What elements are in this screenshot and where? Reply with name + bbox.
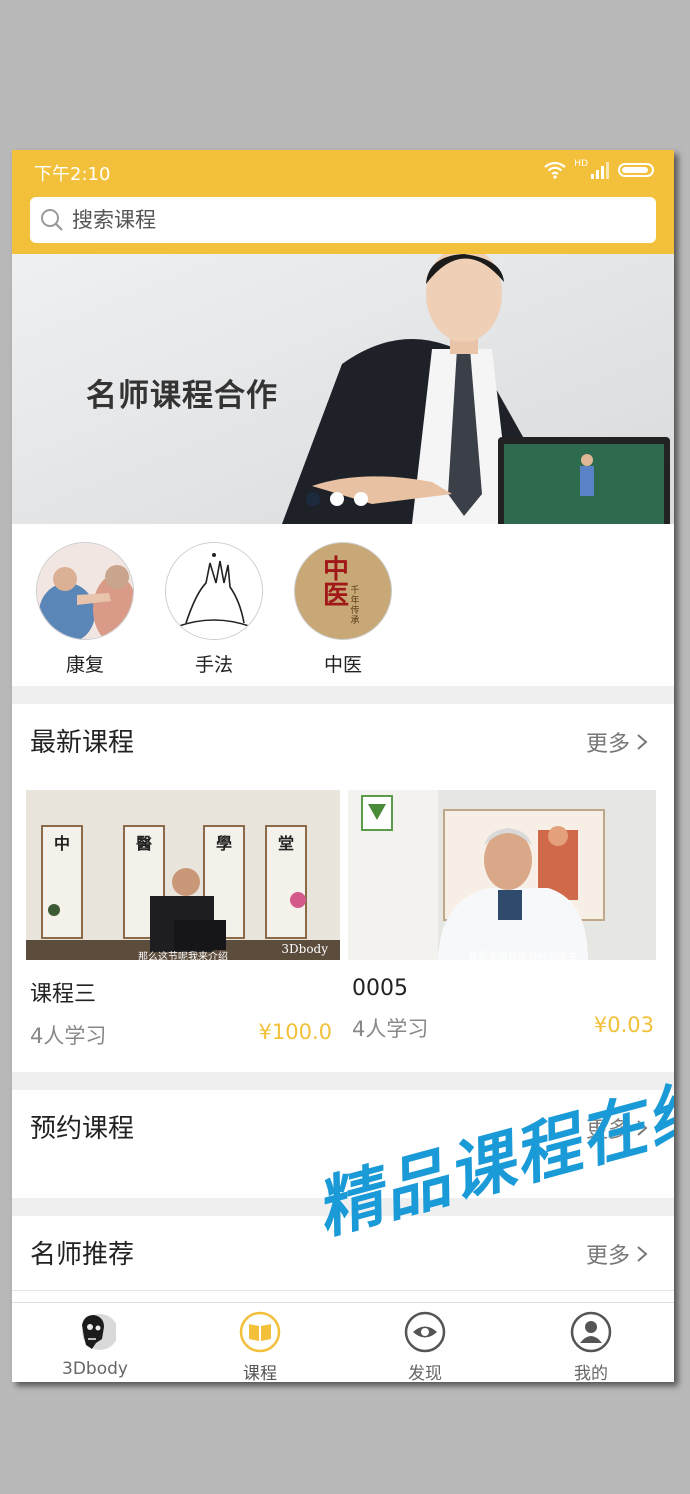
promo-banner[interactable]: 名师课程合作	[12, 254, 674, 524]
banner-dot[interactable]	[306, 492, 320, 506]
tab-label: 我的	[574, 1364, 608, 1382]
banner-dot[interactable]	[354, 492, 368, 506]
latest-course-list: 中 醫 學 堂 那么这节呢我来介绍 3Dbody 课程三 4人学习 ¥100.0	[12, 778, 674, 1072]
tab-label: 课程	[243, 1364, 277, 1382]
course-name: 课程三	[30, 982, 97, 1007]
category-tcm[interactable]: 中医 千年传承 中医	[294, 542, 392, 677]
banner-pagination	[306, 492, 368, 506]
category-row: 康复 手法 中医 千年传承 中医	[12, 524, 674, 686]
course-card[interactable]: 中 醫 學 堂 那么这节呢我来介绍 3Dbody 课程三 4人学习 ¥100.0	[26, 790, 340, 1048]
search-icon	[41, 209, 63, 231]
tab-discover[interactable]: 发现	[370, 1311, 480, 1382]
tcm-icon: 中医 千年传承	[294, 542, 392, 640]
course-learners: 4人学习	[30, 1024, 107, 1048]
hd-label: HD	[574, 159, 588, 169]
course-learners: 4人学习	[352, 1017, 429, 1041]
signal-icon	[591, 162, 609, 179]
course-price: ¥0.03	[593, 1013, 654, 1037]
chevron-right-icon	[637, 1246, 648, 1262]
phone-screen: 下午2:10 HD 搜索课程 名师课程合作 康复 手法 中医 千年传承 中医 最…	[12, 150, 674, 1382]
tcm-badge-main: 中医	[322, 555, 349, 611]
tab-course[interactable]: 课程	[205, 1311, 315, 1382]
book-icon	[239, 1311, 281, 1353]
course-meta: 4人学习 ¥0.03	[348, 1013, 662, 1041]
bottom-tab-bar: 3Dbody 课程 发现 我的	[12, 1302, 674, 1382]
category-label: 中医	[323, 654, 362, 676]
status-icons: HD	[544, 159, 654, 179]
search-input[interactable]	[70, 207, 634, 233]
divider	[12, 686, 674, 704]
wifi-icon	[544, 161, 566, 179]
user-icon	[570, 1311, 612, 1353]
scroll-char: 堂	[278, 834, 295, 853]
section-title: 最新课程	[30, 728, 135, 758]
skull-icon	[82, 1314, 118, 1350]
rehab-icon	[36, 542, 134, 640]
course-price: ¥100.0	[258, 1020, 332, 1044]
tcm-badge-sub: 千年传承	[350, 586, 360, 626]
category-label: 手法	[194, 654, 233, 676]
more-label: 更多	[585, 732, 630, 757]
video-watermark: 3Dbody	[281, 942, 328, 956]
tab-mine[interactable]: 我的	[536, 1311, 646, 1382]
course-thumbnail: 我是来自杨斯骨科的医生	[348, 790, 656, 960]
battery-icon	[618, 163, 654, 177]
latest-more-link[interactable]: 更多	[586, 726, 648, 758]
category-manual[interactable]: 手法	[165, 542, 263, 677]
eye-icon	[404, 1311, 446, 1353]
scroll-char: 學	[216, 834, 233, 853]
chevron-right-icon	[637, 734, 648, 750]
video-caption: 我是来自杨斯骨科的医生	[468, 952, 578, 960]
latest-section-header: 最新课程 更多	[12, 704, 674, 779]
course-card[interactable]: 我是来自杨斯骨科的医生 0005 4人学习 ¥0.03	[348, 790, 662, 1041]
teachers-more-link[interactable]: 更多	[586, 1238, 648, 1270]
tab-3dbody[interactable]: 3Dbody	[40, 1311, 150, 1379]
video-caption: 那么这节呢我来介绍	[138, 952, 228, 960]
banner-dot[interactable]	[330, 492, 344, 506]
course-name: 0005	[352, 976, 408, 1001]
search-bar[interactable]	[30, 197, 656, 243]
more-label: 更多	[585, 1244, 630, 1269]
course-thumbnail: 中 醫 學 堂 那么这节呢我来介绍 3Dbody	[26, 790, 340, 960]
tab-label: 发现	[408, 1364, 442, 1382]
scroll-char: 醫	[136, 834, 153, 853]
top-bar: 下午2:10 HD	[12, 150, 674, 254]
course-meta: 4人学习 ¥100.0	[26, 1020, 340, 1048]
section-title: 名师推荐	[30, 1240, 135, 1270]
banner-title: 名师课程合作	[86, 378, 278, 414]
scroll-char: 中	[54, 834, 71, 853]
category-rehab[interactable]: 康复	[36, 542, 134, 677]
status-time: 下午2:10	[34, 164, 111, 185]
hands-icon	[165, 542, 263, 640]
section-title: 预约课程	[30, 1114, 135, 1144]
tab-label: 3Dbody	[62, 1359, 128, 1379]
category-label: 康复	[65, 654, 104, 676]
